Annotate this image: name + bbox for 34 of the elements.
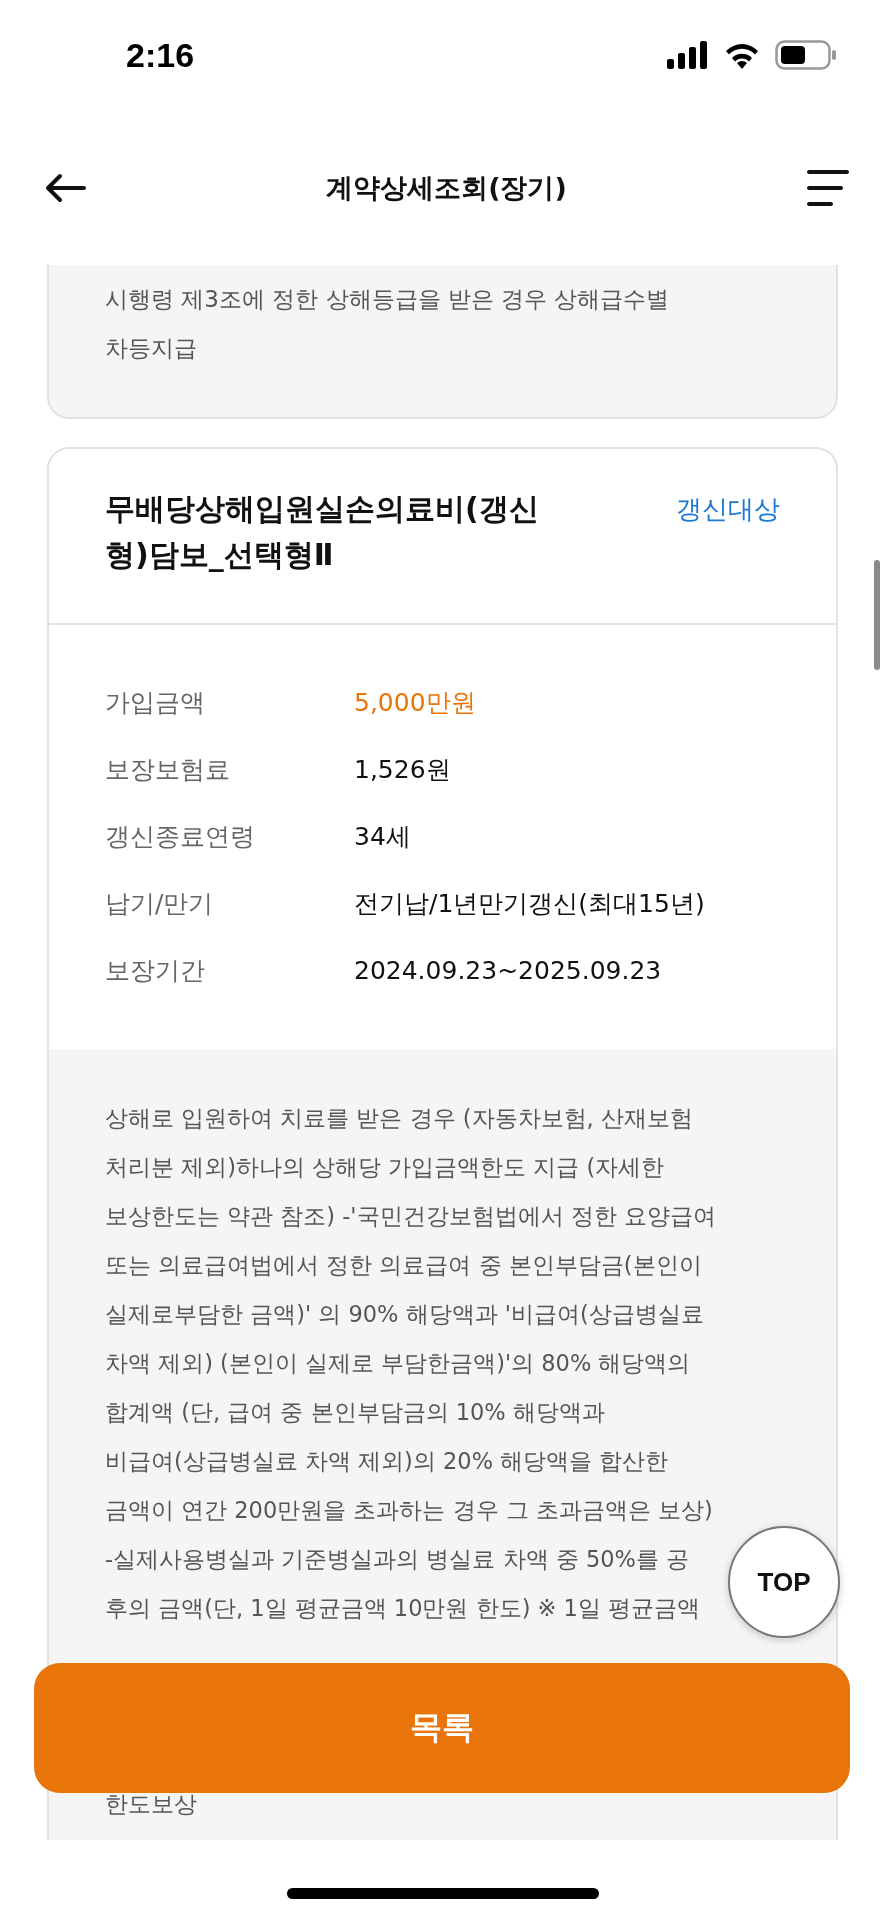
page-title: 계약상세조회(장기) bbox=[326, 170, 567, 205]
battery-icon bbox=[775, 40, 837, 70]
description-line: 차등지급 bbox=[105, 334, 198, 363]
description-line: 실제로부담한 금액)' 의 90% 해당액과 '비급여(상급병실료 bbox=[105, 1300, 705, 1329]
description-line: 합계액 (단, 급여 중 본인부담금의 10% 해당액과 bbox=[105, 1398, 606, 1427]
menu-button[interactable] bbox=[807, 168, 849, 207]
back-arrow-icon bbox=[44, 172, 86, 203]
description-line: 처리분 제외)하나의 상해당 가입금액한도 지급 (자세한 bbox=[105, 1153, 666, 1182]
field-value: 1,526원 bbox=[354, 754, 451, 786]
field-label: 보장기간 bbox=[105, 955, 206, 987]
field-label: 가입금액 bbox=[105, 687, 206, 719]
back-button[interactable] bbox=[44, 172, 86, 203]
description-line: 후의 금액(단, 1일 평균금액 10만원 한도) ※ 1일 평균금액 bbox=[105, 1594, 702, 1623]
coverage-title: 무배당상해입원실손의료비(갱신형)담보_선택형Ⅱ bbox=[105, 490, 540, 574]
signal-icon bbox=[667, 41, 709, 69]
description-line: 차액 제외) (본인이 실제로 부담한금액)'의 80% 해당액의 bbox=[105, 1349, 692, 1378]
field-value: 전기납/1년만기갱신(최대15년) bbox=[354, 888, 705, 920]
menu-icon bbox=[807, 168, 849, 207]
field-label: 보장보험료 bbox=[105, 754, 231, 786]
field-value: 2024.09.23~2025.09.23 bbox=[354, 955, 662, 987]
description-line: 상해로 입원하여 치료를 받은 경우 (자동차보험, 산재보험 bbox=[105, 1104, 694, 1133]
field-label: 갱신종료연령 bbox=[105, 821, 256, 853]
field-value: 5,000만원 bbox=[354, 687, 476, 719]
description-line: 금액이 연간 200만원을 초과하는 경우 그 초과금액은 보상) bbox=[105, 1496, 714, 1525]
wifi-icon bbox=[723, 41, 761, 69]
description-line: 시행령 제3조에 정한 상해등급을 받은 경우 상해급수별 bbox=[105, 285, 671, 314]
field-value: 34세 bbox=[354, 821, 411, 853]
description-line: 한도보상 bbox=[105, 1790, 198, 1819]
description-line: 또는 의료급여법에서 정한 의료급여 중 본인부담금(본인이 bbox=[105, 1251, 703, 1280]
field-label: 납기/만기 bbox=[105, 888, 215, 920]
description-line: 비급여(상급병실료 차액 제외)의 20% 해당액을 합산한 bbox=[105, 1447, 670, 1476]
renewal-label: 갱신대상 bbox=[676, 493, 780, 526]
status-time: 2:16 bbox=[126, 35, 195, 75]
description-line: 보상한도는 약관 참조) -'국민건강보험법에서 정한 요양급여 bbox=[105, 1202, 717, 1231]
